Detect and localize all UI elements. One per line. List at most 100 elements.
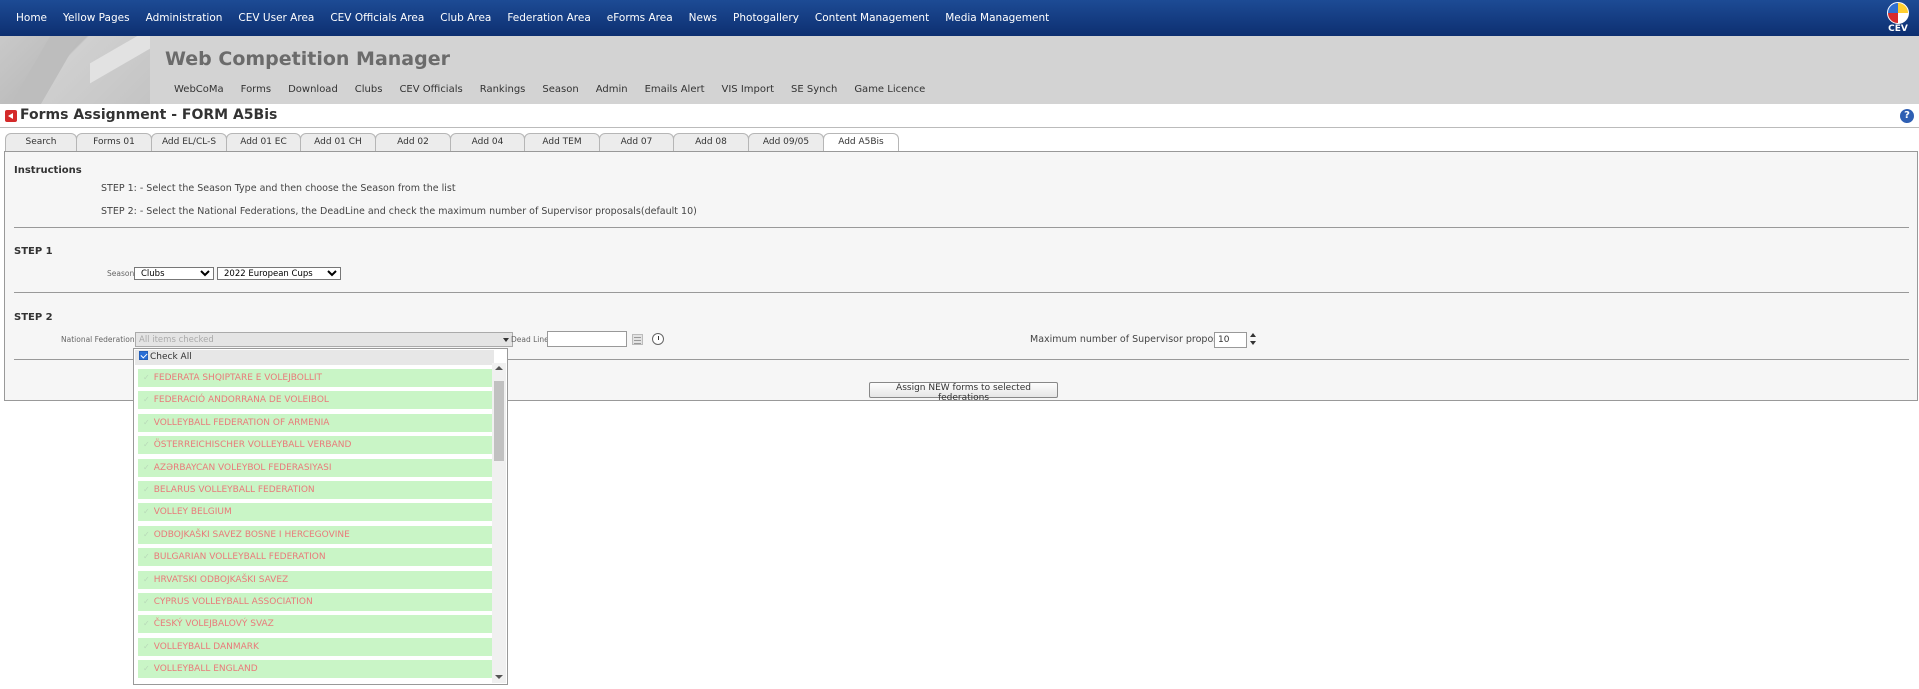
subnav-cev-officials[interactable]: CEV Officials: [399, 84, 462, 95]
federation-item[interactable]: ✓ VOLLEYBALL FEDERATION OF ARMENIA: [138, 413, 492, 432]
spinner-down-icon[interactable]: [1250, 341, 1256, 345]
back-icon[interactable]: [5, 110, 17, 122]
tab-add-07[interactable]: Add 07: [599, 133, 674, 151]
federation-item[interactable]: ✓ ČESKÝ VOLEJBALOVÝ SVAZ: [138, 615, 492, 634]
tab-add-tem[interactable]: Add TEM: [524, 133, 600, 151]
topnav-cev-officials-area[interactable]: CEV Officials Area: [322, 12, 432, 24]
federation-item[interactable]: ✓ FEDERACIÓ ANDORRANA DE VOLEIBOL: [138, 391, 492, 410]
federation-item[interactable]: ✓ BULGARIAN VOLLEYBALL FEDERATION: [138, 548, 492, 567]
check-icon: ✓: [143, 619, 150, 629]
subnav-forms[interactable]: Forms: [241, 84, 271, 95]
federation-item[interactable]: ✓ VOLLEY BELGIUM: [138, 503, 492, 522]
tab-add-04[interactable]: Add 04: [450, 133, 525, 151]
banner-graphic-bar: [90, 36, 150, 84]
tab-add-el-cl-s[interactable]: Add EL/CL-S: [151, 133, 227, 151]
topnav-yellow-pages[interactable]: Yellow Pages: [55, 12, 138, 24]
clock-icon[interactable]: [652, 333, 664, 345]
federation-name: VOLLEYBALL FEDERATION OF ARMENIA: [153, 417, 330, 428]
subnav-game-licence[interactable]: Game Licence: [854, 84, 925, 95]
tab-add-08[interactable]: Add 08: [673, 133, 749, 151]
check-icon: ✓: [143, 574, 150, 584]
season-select[interactable]: 2022 European Cups: [217, 267, 341, 280]
step1-heading: STEP 1: [14, 246, 53, 257]
check-icon: ✓: [143, 641, 150, 651]
federation-item[interactable]: ✓ VOLLEYBALL ENGLAND: [138, 660, 492, 679]
tab-add-09-05[interactable]: Add 09/05: [748, 133, 824, 151]
max-proposals-input[interactable]: 10: [1214, 332, 1247, 348]
federation-name: AZƏRBAYCAN VOLEYBOL FEDERASIYASI: [153, 462, 332, 473]
subnav-admin[interactable]: Admin: [596, 84, 628, 95]
topnav-administration[interactable]: Administration: [138, 12, 231, 24]
check-all-checkbox[interactable]: [139, 351, 148, 360]
check-all-row[interactable]: Check All: [135, 350, 494, 365]
subnav-download[interactable]: Download: [288, 84, 338, 95]
check-icon: ✓: [143, 664, 150, 674]
federation-item[interactable]: ✓ ÖSTERREICHISCHER VOLLEYBALL VERBAND: [138, 436, 492, 455]
instructions-heading: Instructions: [14, 165, 82, 176]
tab-add-02[interactable]: Add 02: [375, 133, 451, 151]
max-proposals-label: Maximum number of Supervisor proposals: [1030, 334, 1232, 345]
check-icon: ✓: [143, 373, 150, 382]
topnav-media-management[interactable]: Media Management: [937, 12, 1057, 24]
federation-name: BELARUS VOLLEYBALL FEDERATION: [153, 484, 315, 495]
tab-forms-01[interactable]: Forms 01: [76, 133, 152, 151]
tab-add-01-ch[interactable]: Add 01 CH: [300, 133, 376, 151]
federation-item[interactable]: ✓ VOLLEYBALL DANMARK: [138, 637, 492, 656]
tab-add-a5bis[interactable]: Add A5Bis: [823, 133, 899, 152]
scroll-up-icon[interactable]: [495, 366, 503, 370]
assign-forms-button[interactable]: Assign NEW forms to selected federations: [869, 382, 1058, 403]
check-icon: ✓: [143, 440, 150, 450]
tab-search[interactable]: Search: [5, 133, 77, 151]
tab-add-01-ec[interactable]: Add 01 EC: [226, 133, 301, 151]
check-icon: ✓: [143, 507, 150, 517]
topnav-home[interactable]: Home: [8, 12, 55, 24]
subnav-clubs[interactable]: Clubs: [355, 84, 383, 95]
topnav-cev-user-area[interactable]: CEV User Area: [230, 12, 322, 24]
national-federations-dropdown: Check All ✓ FEDERATA SHQIPTARE E VOLEJBOL…: [133, 348, 508, 685]
federation-item[interactable]: ✓ BELARUS VOLLEYBALL FEDERATION: [138, 480, 492, 499]
subnav-se-synch[interactable]: SE Synch: [791, 84, 837, 95]
topnav-news[interactable]: News: [681, 12, 725, 24]
banner-logo-graphic: [0, 36, 150, 104]
topnav-content-management[interactable]: Content Management: [807, 12, 937, 24]
subnav-season[interactable]: Season: [542, 84, 578, 95]
dropdown-scrollbar[interactable]: [492, 363, 506, 683]
page-title: Forms Assignment - FORM A5Bis: [20, 107, 278, 123]
check-icon: ✓: [143, 417, 150, 427]
topnav-federation-area[interactable]: Federation Area: [499, 12, 598, 24]
spinner-up-icon[interactable]: [1250, 333, 1256, 337]
federation-name: ODBOJKAŠKI SAVEZ BOSNE I HERCEGOVINE: [153, 529, 350, 540]
federation-name: CYPRUS VOLLEYBALL ASSOCIATION: [153, 596, 313, 607]
check-icon: ✓: [143, 552, 150, 562]
federation-name: VOLLEY BELGIUM: [153, 507, 232, 518]
app-title: Web Competition Manager: [165, 48, 450, 70]
volleyball-icon: [1887, 2, 1909, 24]
cev-logo[interactable]: CEV: [1883, 2, 1913, 35]
scrollbar-thumb[interactable]: [494, 381, 504, 461]
federation-item[interactable]: ✓ FEDERATA SHQIPTARE E VOLEJBOLLIT: [138, 369, 492, 387]
scroll-down-icon[interactable]: [495, 675, 503, 679]
subnav-rankings[interactable]: Rankings: [480, 84, 526, 95]
topnav-photogallery[interactable]: Photogallery: [725, 12, 807, 24]
subnav-webcoma[interactable]: WebCoMa: [174, 84, 224, 95]
federation-item[interactable]: ✓ CYPRUS VOLLEYBALL ASSOCIATION: [138, 592, 492, 611]
deadline-label: Dead Line:: [511, 335, 552, 344]
subnav-vis-import[interactable]: VIS Import: [722, 84, 775, 95]
check-icon: ✓: [143, 596, 150, 606]
federation-item[interactable]: ✓ ODBOJKAŠKI SAVEZ BOSNE I HERCEGOVINE: [138, 525, 492, 544]
topnav-club-area[interactable]: Club Area: [432, 12, 499, 24]
national-federations-combo[interactable]: All items checked: [135, 332, 513, 347]
federation-item[interactable]: ✓ HRVATSKI ODBOJKAŠKI SAVEZ: [138, 570, 492, 589]
check-icon: ✓: [143, 529, 150, 539]
divider: [14, 292, 1909, 293]
federation-item[interactable]: ✓ AZƏRBAYCAN VOLEYBOL FEDERASIYASI: [138, 458, 492, 477]
season-type-select[interactable]: Clubs: [134, 267, 214, 280]
deadline-input[interactable]: [547, 331, 627, 347]
instructions-step1: STEP 1: - Select the Season Type and the…: [101, 183, 456, 194]
topnav-eforms-area[interactable]: eForms Area: [599, 12, 681, 24]
federation-name: ÖSTERREICHISCHER VOLLEYBALL VERBAND: [153, 440, 352, 451]
help-icon[interactable]: ?: [1900, 109, 1914, 123]
calendar-icon[interactable]: [632, 334, 643, 345]
subnav-emails-alert[interactable]: Emails Alert: [645, 84, 705, 95]
check-icon: ✓: [143, 484, 150, 494]
